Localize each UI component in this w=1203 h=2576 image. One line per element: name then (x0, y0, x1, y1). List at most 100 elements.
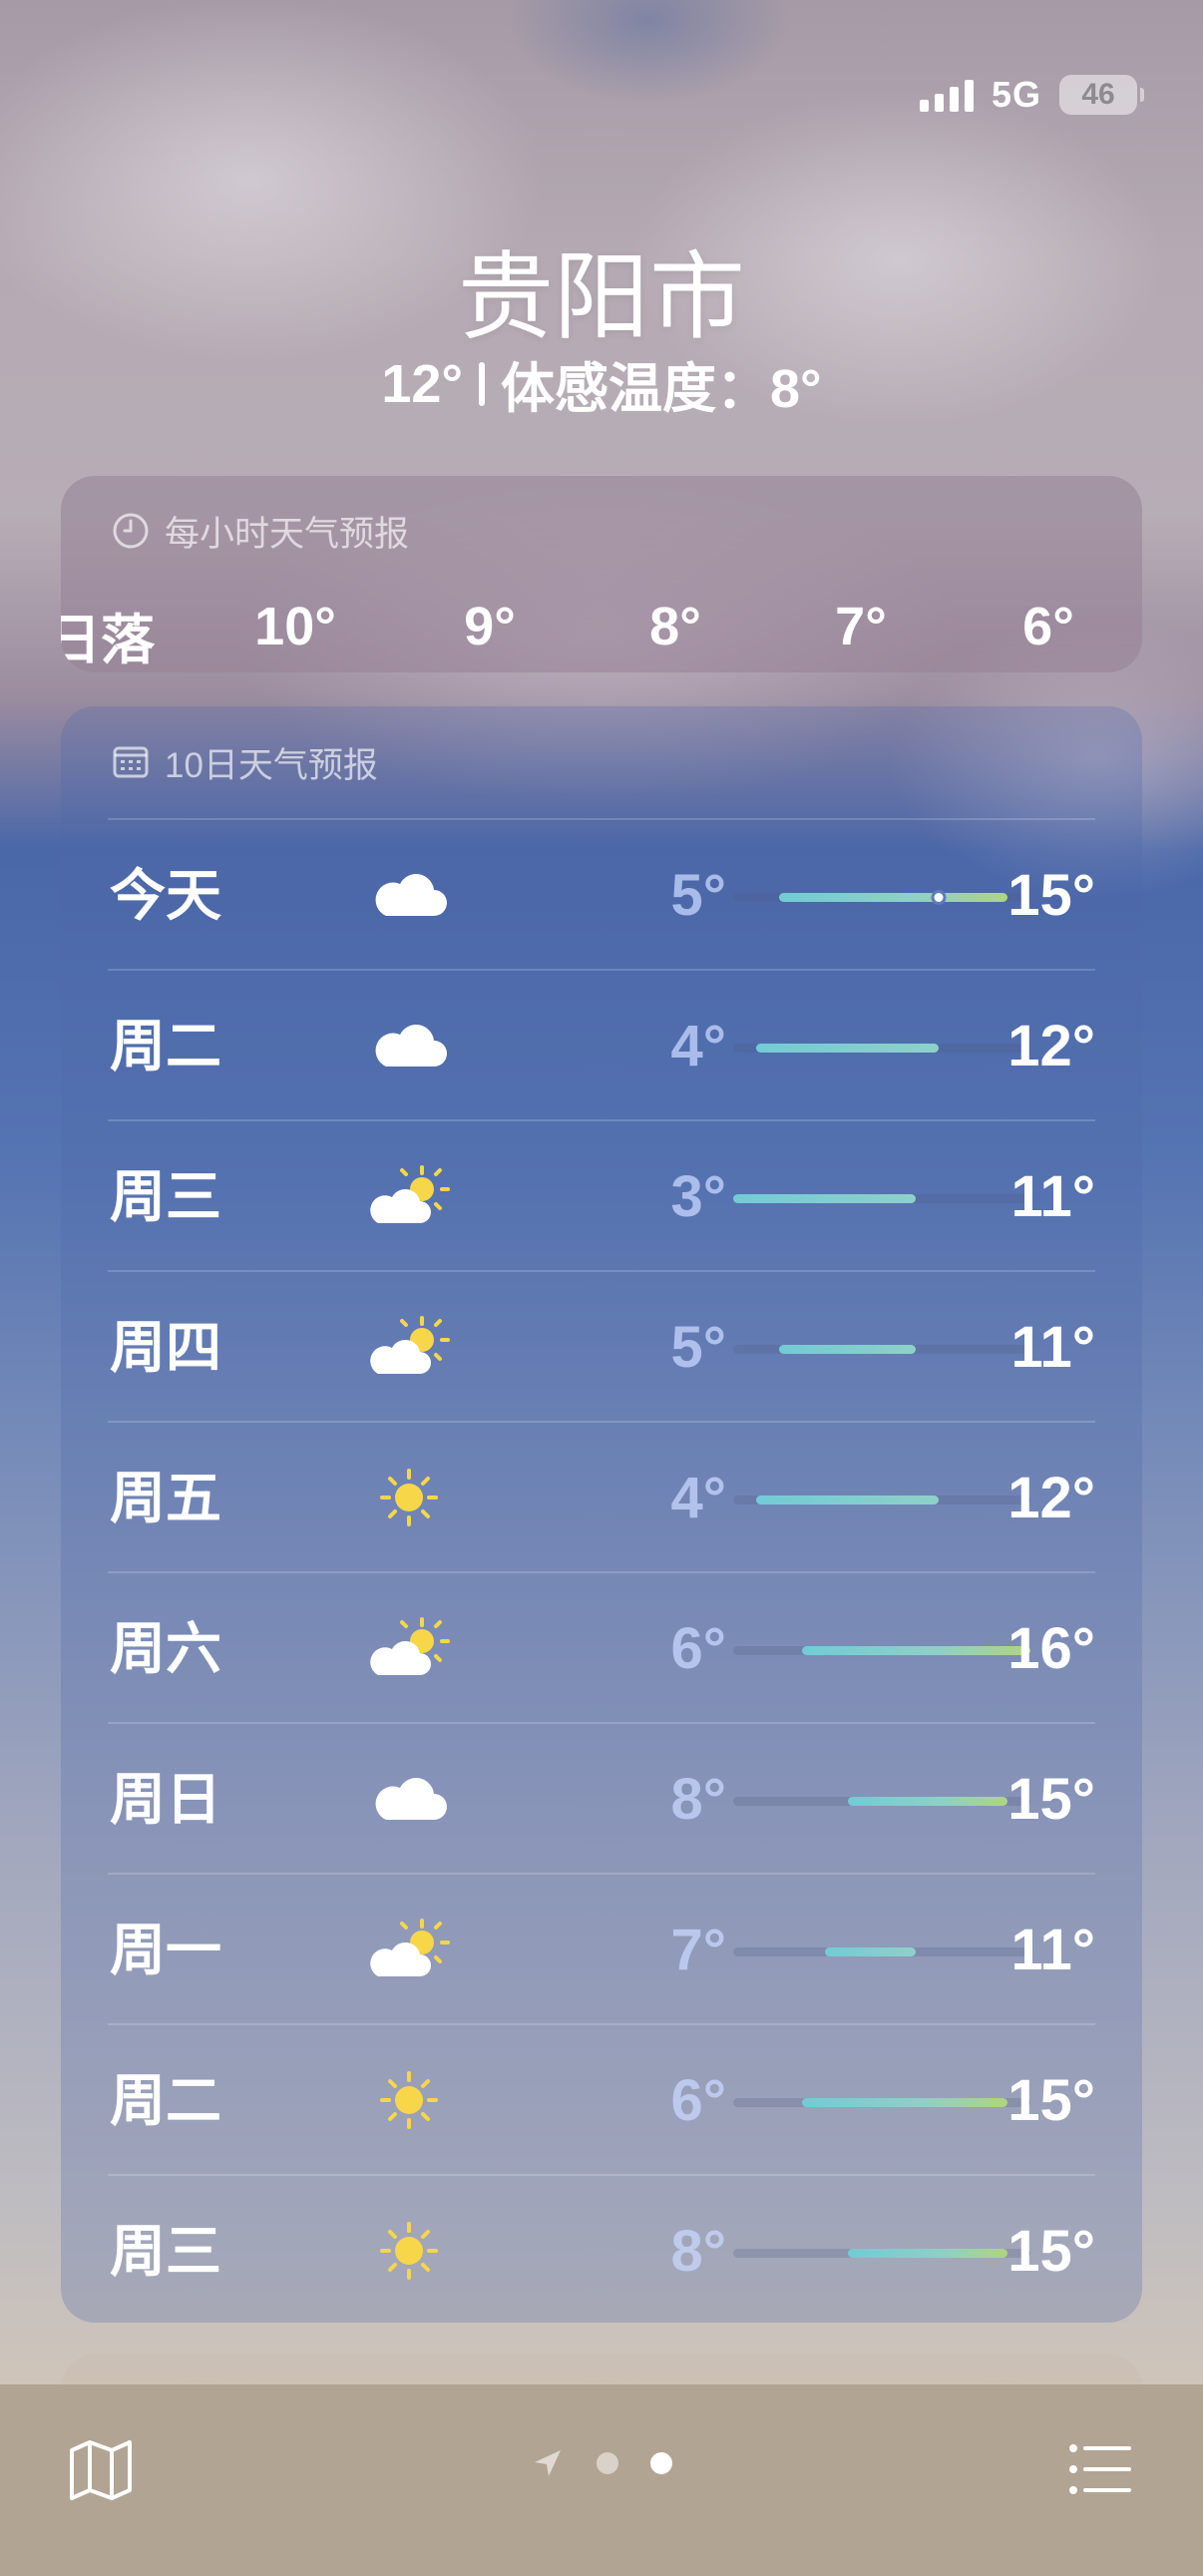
high-temperature: 15° (1007, 2219, 1095, 2284)
forecast-row: 周日 8° 15° (108, 1722, 1095, 1873)
low-temperature: 8° (670, 2219, 726, 2284)
ten-day-forecast-card: 10日天气预报 今天 5° 15° 周二 4° 12° 周三 3° 11° 周四 5° 11° 周五 4°… (61, 706, 1142, 2323)
temperature-range-fill (756, 1044, 939, 1053)
hourly-item: 6° (1022, 597, 1074, 656)
low-temperature: 3° (670, 1164, 726, 1229)
current-conditions: 12° 体感温度：8° (0, 344, 1203, 423)
hourly-forecast-card[interactable]: 每小时天气预报 日落 10° 9° 8° 7° 6° (61, 476, 1142, 672)
forecast-day: 今天 (110, 864, 221, 927)
hourly-forecast-title: 每小时天气预报 (165, 514, 410, 554)
partly-sunny-icon (364, 1613, 454, 1683)
cloud-icon (364, 1011, 454, 1080)
status-bar: 5G 46 (919, 70, 1144, 120)
high-temperature: 15° (1007, 1767, 1095, 1832)
temperature-range-bar (733, 2249, 1030, 2258)
high-temperature: 11° (1010, 1315, 1095, 1380)
temperature-range-fill (779, 893, 1007, 902)
forecast-row: 周二 6° 15° (108, 2023, 1095, 2174)
temperature-range-fill (802, 1646, 1030, 1655)
low-temperature: 6° (670, 1616, 726, 1681)
hourly-item: 日落 (61, 611, 155, 670)
temperature-range-fill (756, 1496, 939, 1504)
clock-icon (113, 513, 149, 549)
temperature-range-bar (733, 1496, 1030, 1504)
forecast-row: 周六 6° 16° (108, 1571, 1095, 1722)
partly-sunny-icon (364, 1161, 454, 1231)
forecast-row: 周四 5° 11° (108, 1270, 1095, 1421)
forecast-day: 周三 (110, 1165, 221, 1228)
separator (479, 361, 486, 406)
low-temperature: 6° (670, 2068, 726, 2133)
current-temperature-marker (931, 890, 947, 905)
feels-like: 体感温度：8° (501, 359, 822, 419)
network-type: 5G (991, 74, 1041, 115)
forecast-day: 周二 (110, 2069, 221, 2132)
high-temperature: 12° (1007, 1466, 1095, 1530)
low-temperature: 8° (670, 1767, 726, 1832)
temperature-range-fill (802, 2098, 1007, 2107)
list-icon[interactable] (1065, 2434, 1135, 2504)
temperature-range-fill (848, 1797, 1007, 1806)
location-arrow-icon[interactable] (531, 2446, 565, 2480)
cloud-icon (364, 1764, 454, 1834)
temperature-range-bar (733, 1044, 1030, 1053)
forecast-day: 周三 (110, 2220, 221, 2283)
forecast-day: 周五 (110, 1467, 221, 1529)
forecast-day: 周四 (110, 1316, 221, 1379)
temperature-range-fill (848, 2249, 1007, 2258)
forecast-day: 周一 (110, 1919, 221, 1981)
cloud-icon (364, 860, 454, 930)
temperature-range-fill (779, 1345, 916, 1354)
forecast-row: 周三 8° 15° (108, 2174, 1095, 2323)
temperature-range-bar (733, 1646, 1030, 1655)
bottom-toolbar (0, 2384, 1203, 2576)
temperature-range-bar (733, 1345, 1030, 1354)
battery-level: 46 (1081, 78, 1115, 111)
forecast-row: 周二 4° 12° (108, 969, 1095, 1119)
battery-icon: 46 (1059, 75, 1144, 115)
page-dot-active[interactable] (650, 2452, 672, 2474)
temperature-range-bar (733, 2098, 1030, 2107)
temperature-range-fill (733, 1194, 916, 1203)
hourly-item: 7° (835, 597, 887, 656)
hourly-item: 8° (649, 597, 701, 656)
sun-icon (364, 1463, 454, 1532)
forecast-day: 周六 (110, 1617, 221, 1680)
low-temperature: 4° (670, 1014, 726, 1078)
page-indicator[interactable] (0, 2446, 1203, 2480)
hourly-forecast-header: 每小时天气预报 (61, 476, 1142, 586)
forecast-day: 周二 (110, 1015, 221, 1077)
page-dot[interactable] (597, 2452, 618, 2474)
sun-icon (364, 2065, 454, 2135)
high-temperature: 11° (1010, 1164, 1095, 1229)
forecast-row: 周五 4° 12° (108, 1421, 1095, 1571)
low-temperature: 5° (670, 1315, 726, 1380)
high-temperature: 16° (1007, 1616, 1095, 1681)
low-temperature: 7° (670, 1918, 726, 1982)
ten-day-forecast-title: 10日天气预报 (165, 745, 378, 785)
forecast-row: 周三 3° 11° (108, 1119, 1095, 1270)
hourly-item: 9° (464, 597, 516, 656)
high-temperature: 15° (1007, 2068, 1095, 2133)
forecast-rows: 今天 5° 15° 周二 4° 12° 周三 3° 11° 周四 5° 11° 周五 4° 12° 周六 6° 1… (108, 818, 1095, 2323)
low-temperature: 5° (670, 863, 726, 928)
temperature-range-bar (733, 1194, 1030, 1203)
temperature-range-fill (825, 1947, 916, 1956)
sun-icon (364, 2216, 454, 2286)
partly-sunny-icon (364, 1915, 454, 1984)
hourly-item: 10° (254, 597, 336, 656)
partly-sunny-icon (364, 1312, 454, 1382)
temperature-range-bar (733, 1797, 1030, 1806)
signal-icon (919, 78, 974, 112)
temperature-range-bar (733, 890, 1030, 905)
low-temperature: 4° (670, 1466, 726, 1530)
forecast-row: 周一 7° 11° (108, 1873, 1095, 2023)
calendar-icon (113, 746, 149, 778)
hourly-strip[interactable]: 日落 10° 9° 8° 7° 6° (61, 596, 1142, 672)
city-name: 贵阳市 (458, 244, 745, 351)
ten-day-forecast-header: 10日天气预报 (61, 706, 1142, 818)
current-temperature: 12° (381, 353, 464, 414)
forecast-day: 周日 (110, 1768, 221, 1831)
forecast-row: 今天 5° 15° (108, 818, 1095, 969)
temperature-range-bar (733, 1947, 1030, 1956)
